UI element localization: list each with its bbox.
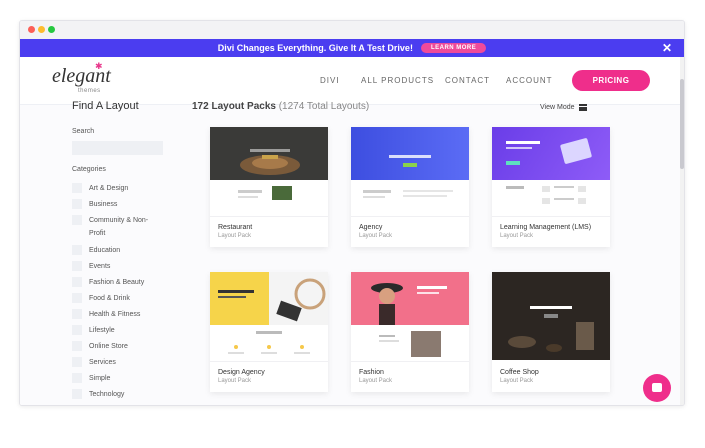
category-label: Services: [89, 359, 116, 366]
layout-card-fashion[interactable]: Fashion Layout Pack: [351, 272, 469, 392]
nav-account[interactable]: ACCOUNT: [506, 76, 553, 85]
checkbox[interactable]: [72, 325, 82, 335]
layout-type: Layout Pack: [500, 233, 534, 239]
layout-preview: [492, 180, 610, 217]
layout-name: Restaurant: [218, 224, 253, 231]
layout-name: Coffee Shop: [500, 369, 539, 376]
layout-card-lms[interactable]: Learning Management (LMS) Layout Pack: [492, 127, 610, 247]
layout-name: Agency: [359, 224, 383, 231]
layout-preview: [351, 325, 469, 362]
checkbox[interactable]: [72, 309, 82, 319]
category-education[interactable]: Education: [72, 244, 120, 257]
checkbox[interactable]: [72, 341, 82, 351]
category-label: Lifestyle: [89, 327, 115, 334]
checkbox[interactable]: [72, 215, 82, 225]
layout-preview: [210, 180, 328, 217]
category-food-drink[interactable]: Food & Drink: [72, 292, 130, 305]
search-label: Search: [72, 128, 95, 135]
minimize-window-dot[interactable]: [38, 26, 45, 33]
total-layouts: (1274 Total Layouts): [278, 101, 370, 112]
category-online-store[interactable]: Online Store: [72, 340, 128, 353]
promo-banner: Divi Changes Everything. Give It A Test …: [20, 39, 684, 57]
layout-name: Design Agency: [218, 369, 265, 376]
checkbox[interactable]: [72, 373, 82, 383]
layout-thumbnail: [351, 272, 469, 325]
pricing-button[interactable]: PRICING: [572, 70, 650, 91]
layout-type: Layout Pack: [359, 233, 393, 239]
layout-preview: [210, 325, 328, 362]
category-fashion-beauty[interactable]: Fashion & Beauty: [72, 276, 144, 289]
category-label: Food & Drink: [89, 295, 130, 302]
category-services[interactable]: Services: [72, 356, 116, 369]
logo-subtitle: themes: [78, 88, 101, 94]
view-mode-label: View Mode: [540, 104, 575, 111]
chat-icon: [652, 383, 662, 392]
layout-card-restaurant[interactable]: Restaurant Layout Pack: [210, 127, 328, 247]
banner-text: Divi Changes Everything. Give It A Test …: [217, 43, 413, 53]
category-label: Events: [89, 263, 111, 270]
nav-all-products[interactable]: ALL PRODUCTS: [361, 76, 434, 85]
star-icon: ✱: [95, 61, 103, 71]
category-label: Art & Design: [89, 185, 129, 192]
layout-pack-count: 172 Layout Packs (1274 Total Layouts): [192, 101, 369, 112]
category-art-design[interactable]: Art & Design: [72, 182, 128, 195]
layout-name: Learning Management (LMS): [500, 224, 592, 231]
layout-thumbnail: [492, 127, 610, 180]
layout-type: Layout Pack: [218, 233, 252, 239]
category-label: Health & Fitness: [89, 311, 141, 318]
layout-card-agency[interactable]: Agency Layout Pack: [351, 127, 469, 247]
layout-thumbnail: [210, 272, 328, 325]
category-community[interactable]: Community & Non-Profit: [72, 214, 152, 240]
category-label: Online Store: [89, 343, 128, 350]
layout-preview: [351, 180, 469, 217]
checkbox[interactable]: [72, 357, 82, 367]
checkbox[interactable]: [72, 261, 82, 271]
close-icon[interactable]: ✕: [662, 41, 672, 55]
category-label: Business: [89, 201, 118, 208]
layout-thumbnail: [492, 272, 610, 360]
category-lifestyle[interactable]: Lifestyle: [72, 324, 115, 337]
title-bar: [20, 21, 684, 39]
checkbox[interactable]: [72, 245, 82, 255]
category-label: Education: [89, 247, 121, 254]
nav-contact[interactable]: CONTACT: [445, 76, 490, 85]
layout-thumbnail: [210, 127, 328, 180]
categories-label: Categories: [72, 166, 106, 173]
layout-thumbnail: [351, 127, 469, 180]
layout-type: Layout Pack: [359, 378, 393, 384]
grid-view-icon[interactable]: [578, 104, 587, 111]
checkbox[interactable]: [72, 183, 82, 193]
category-events[interactable]: Events: [72, 260, 110, 273]
layout-name: Fashion: [359, 369, 384, 376]
category-health-fitness[interactable]: Health & Fitness: [72, 308, 140, 321]
category-label: Community & Non-Profit: [89, 217, 149, 237]
layout-card-coffee-shop[interactable]: Coffee Shop Layout Pack: [492, 272, 610, 392]
checkbox[interactable]: [72, 199, 82, 209]
category-business[interactable]: Business: [72, 198, 117, 211]
checkbox[interactable]: [72, 389, 82, 399]
category-technology[interactable]: Technology: [72, 388, 124, 401]
view-mode-toggle[interactable]: View Mode: [540, 104, 587, 111]
category-simple[interactable]: Simple: [72, 372, 110, 385]
search-input[interactable]: [72, 141, 163, 155]
maximize-window-dot[interactable]: [48, 26, 55, 33]
category-label: Simple: [89, 375, 111, 382]
checkbox[interactable]: [72, 277, 82, 287]
close-window-dot[interactable]: [28, 26, 35, 33]
category-label: Fashion & Beauty: [89, 279, 145, 286]
sidebar-title: Find A Layout: [72, 100, 139, 112]
layout-card-design-agency[interactable]: Design Agency Layout Pack: [210, 272, 328, 392]
layout-type: Layout Pack: [500, 378, 534, 384]
checkbox[interactable]: [72, 293, 82, 303]
layout-type: Layout Pack: [218, 378, 252, 384]
chat-button[interactable]: [643, 374, 671, 402]
learn-more-button[interactable]: LEARN MORE: [420, 43, 487, 53]
nav-divi[interactable]: DIVI: [320, 76, 340, 85]
scrollbar-thumb[interactable]: [680, 79, 684, 169]
site-header: elegant ✱ themes DIVI ALL PRODUCTS CONTA…: [20, 57, 684, 105]
pack-count: 172 Layout Packs: [192, 101, 276, 112]
category-label: Technology: [89, 391, 125, 398]
